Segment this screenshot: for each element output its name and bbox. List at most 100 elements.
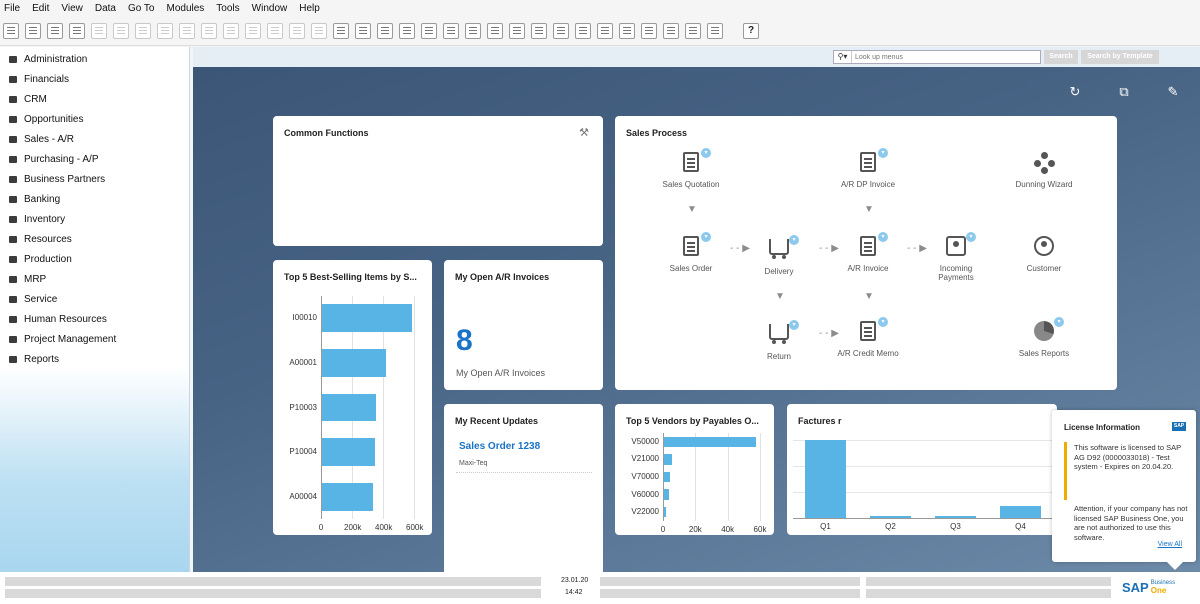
open-invoices-count[interactable]: 8 (456, 324, 473, 358)
view-all-link[interactable]: View All (1158, 541, 1182, 548)
sidebar-item-human-resources[interactable]: Human Resources (0, 309, 189, 329)
sidebar-item-opportunities[interactable]: Opportunities (0, 109, 189, 129)
sidebar-item-financials[interactable]: Financials (0, 69, 189, 89)
toolbar-button-icon[interactable] (69, 22, 85, 39)
toolbar-button-icon[interactable] (707, 22, 723, 39)
toolbar-button-icon[interactable] (487, 22, 503, 39)
toolbar-button-icon[interactable] (113, 22, 129, 39)
menu-modules[interactable]: Modules (166, 3, 204, 14)
menu-file[interactable]: File (4, 3, 20, 14)
refresh-icon[interactable]: ↻ (1066, 83, 1084, 101)
toolbar-button-icon[interactable] (465, 22, 481, 39)
open-invoices-widget[interactable]: My Open A/R Invoices 8 My Open A/R Invoi… (444, 260, 603, 390)
recent-update-link[interactable]: Sales Order 1238 (459, 441, 540, 452)
toolbar-button-icon[interactable] (377, 22, 393, 39)
open-invoices-caption: My Open A/R Invoices (456, 368, 546, 378)
return-node[interactable]: ▾ Return (744, 320, 814, 361)
sidebar-item-business-partners[interactable]: Business Partners (0, 169, 189, 189)
toolbar-button-icon[interactable] (421, 22, 437, 39)
menu-window[interactable]: Window (252, 3, 288, 14)
search-by-template-button[interactable]: Search by Template (1081, 50, 1159, 64)
toolbar-button-icon[interactable] (311, 22, 327, 39)
sidebar-item-mrp[interactable]: MRP (0, 269, 189, 289)
search-icon[interactable]: ⚲▾ (834, 51, 852, 63)
edit-pencil-icon[interactable]: ✎ (1164, 83, 1182, 101)
toolbar-button-icon[interactable] (179, 22, 195, 39)
toolbar-button-icon[interactable] (333, 22, 349, 39)
toolbar-button-icon[interactable] (575, 22, 591, 39)
ar-credit-memo-node[interactable]: ▾ A/R Credit Memo (833, 317, 903, 358)
sidebar-item-service[interactable]: Service (0, 289, 189, 309)
bar-v22000[interactable] (664, 506, 667, 518)
wrench-icon[interactable]: ⚒ (579, 126, 589, 139)
customer-node[interactable]: Customer (1009, 236, 1079, 273)
bar-v60000[interactable] (664, 489, 669, 500)
ar-dp-invoice-node[interactable]: ▾ A/R DP Invoice (833, 148, 903, 189)
toolbar-button-icon[interactable] (399, 22, 415, 39)
sidebar-item-label: Service (24, 293, 58, 305)
toolbar-button-icon[interactable] (201, 22, 217, 39)
ar-invoice-node[interactable]: ▾ A/R Invoice (833, 232, 903, 273)
sidebar-item-production[interactable]: Production (0, 249, 189, 269)
sidebar-item-project-management[interactable]: Project Management (0, 329, 189, 349)
search-button[interactable]: Search (1044, 50, 1078, 64)
sidebar-item-resources[interactable]: Resources (0, 229, 189, 249)
toolbar-button-icon[interactable] (355, 22, 371, 39)
menu-view[interactable]: View (61, 3, 83, 14)
sidebar-item-label: Purchasing - A/P (24, 153, 99, 165)
gallery-icon[interactable]: ⧉ (1115, 83, 1133, 101)
sidebar-item-banking[interactable]: Banking (0, 189, 189, 209)
sales-quotation-node[interactable]: ▾ Sales Quotation (656, 148, 726, 189)
help-button-icon[interactable]: ? (743, 22, 759, 39)
sidebar-item-administration[interactable]: Administration (0, 49, 189, 69)
toolbar-button-icon[interactable] (597, 22, 613, 39)
toolbar-button-icon[interactable] (91, 22, 107, 39)
toolbar-button-icon[interactable] (663, 22, 679, 39)
bar-i00010[interactable] (322, 304, 412, 333)
bar-v50000[interactable] (664, 436, 757, 448)
toolbar-button-icon[interactable] (619, 22, 635, 39)
bar-q1[interactable] (805, 440, 846, 518)
toolbar-button-icon[interactable] (223, 22, 239, 39)
toolbar-button-icon[interactable] (3, 22, 19, 39)
bar-p10003[interactable] (322, 393, 377, 422)
toolbar-button-icon[interactable] (553, 22, 569, 39)
bar-q3[interactable] (935, 515, 976, 518)
toolbar-button-icon[interactable] (157, 22, 173, 39)
toolbar-button-icon[interactable] (685, 22, 701, 39)
incoming-payments-node[interactable]: ▾ Incoming Payments (921, 232, 991, 282)
sales-reports-node[interactable]: ▾ Sales Reports (1009, 317, 1079, 358)
menu-goto[interactable]: Go To (128, 3, 155, 14)
toolbar-button-icon[interactable] (245, 22, 261, 39)
menu-data[interactable]: Data (95, 3, 116, 14)
sidebar-item-crm[interactable]: CRM (0, 89, 189, 109)
sidebar-item-sales-a-r[interactable]: Sales - A/R (0, 129, 189, 149)
toolbar-button-icon[interactable] (135, 22, 151, 39)
toolbar-button-icon[interactable] (267, 22, 283, 39)
sidebar-item-inventory[interactable]: Inventory (0, 209, 189, 229)
sidebar-item-reports[interactable]: Reports (0, 349, 189, 369)
menu-edit[interactable]: Edit (32, 3, 49, 14)
bar-v21000[interactable] (664, 454, 673, 465)
module-sidebar: Administration Financials CRM Opportunities… (0, 47, 190, 572)
menu-help[interactable]: Help (299, 3, 320, 14)
dunning-wizard-node[interactable]: Dunning Wizard (1009, 152, 1079, 189)
toolbar-button-icon[interactable] (531, 22, 547, 39)
bar-p10004[interactable] (322, 438, 375, 466)
search-input[interactable] (852, 53, 1032, 61)
toolbar-button-icon[interactable] (47, 22, 63, 39)
sales-order-node[interactable]: ▾ Sales Order (656, 232, 726, 273)
bar-v70000[interactable] (664, 471, 671, 483)
menu-tools[interactable]: Tools (216, 3, 239, 14)
bar-q4[interactable] (1000, 506, 1041, 518)
toolbar-button-icon[interactable] (641, 22, 657, 39)
delivery-node[interactable]: ▾ Delivery (744, 235, 814, 276)
sidebar-item-purchasing-a-p[interactable]: Purchasing - A/P (0, 149, 189, 169)
toolbar-button-icon[interactable] (289, 22, 305, 39)
bar-a00001[interactable] (322, 349, 386, 377)
bar-q2[interactable] (870, 515, 911, 518)
toolbar-button-icon[interactable] (509, 22, 525, 39)
toolbar-button-icon[interactable] (443, 22, 459, 39)
toolbar-button-icon[interactable] (25, 22, 41, 39)
bar-a00004[interactable] (322, 482, 374, 511)
